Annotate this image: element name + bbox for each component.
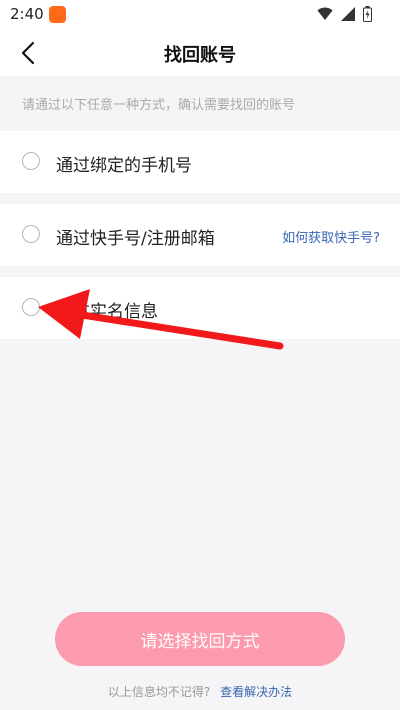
nav-bar: 找回账号 [0,30,400,76]
option-label: 通过实名信息 [56,302,158,322]
footer-text: 以上信息均不记得? [107,685,211,699]
submit-button[interactable]: 请选择找回方式 [55,612,345,666]
radio-button[interactable] [22,225,40,243]
footer: 以上信息均不记得? 查看解决办法 [0,683,400,700]
radio-button[interactable] [22,298,40,316]
wifi-icon [317,7,333,20]
status-icons [317,6,372,22]
how-to-get-id-link[interactable]: 如何获取快手号? [282,227,380,246]
option-label: 通过快手号/注册邮箱 [56,229,215,249]
radio-button[interactable] [22,152,40,170]
instruction-text: 请通过以下任意一种方式，确认需要找回的账号 [22,98,296,113]
option-label: 通过绑定的手机号 [56,156,192,176]
kuaishou-app-icon [49,6,66,23]
option-kuaishou-id-email[interactable]: 通过快手号/注册邮箱 如何获取快手号? [0,204,400,266]
status-bar: 2:40 [0,0,400,30]
option-phone-number[interactable]: 通过绑定的手机号 [0,131,400,193]
view-solutions-link[interactable]: 查看解决办法 [220,685,292,699]
battery-icon [363,6,372,22]
page-title: 找回账号 [164,45,236,66]
status-time: 2:40 [10,5,44,23]
option-real-name-info[interactable]: 通过实名信息 [0,277,400,339]
signal-icon [341,7,355,21]
